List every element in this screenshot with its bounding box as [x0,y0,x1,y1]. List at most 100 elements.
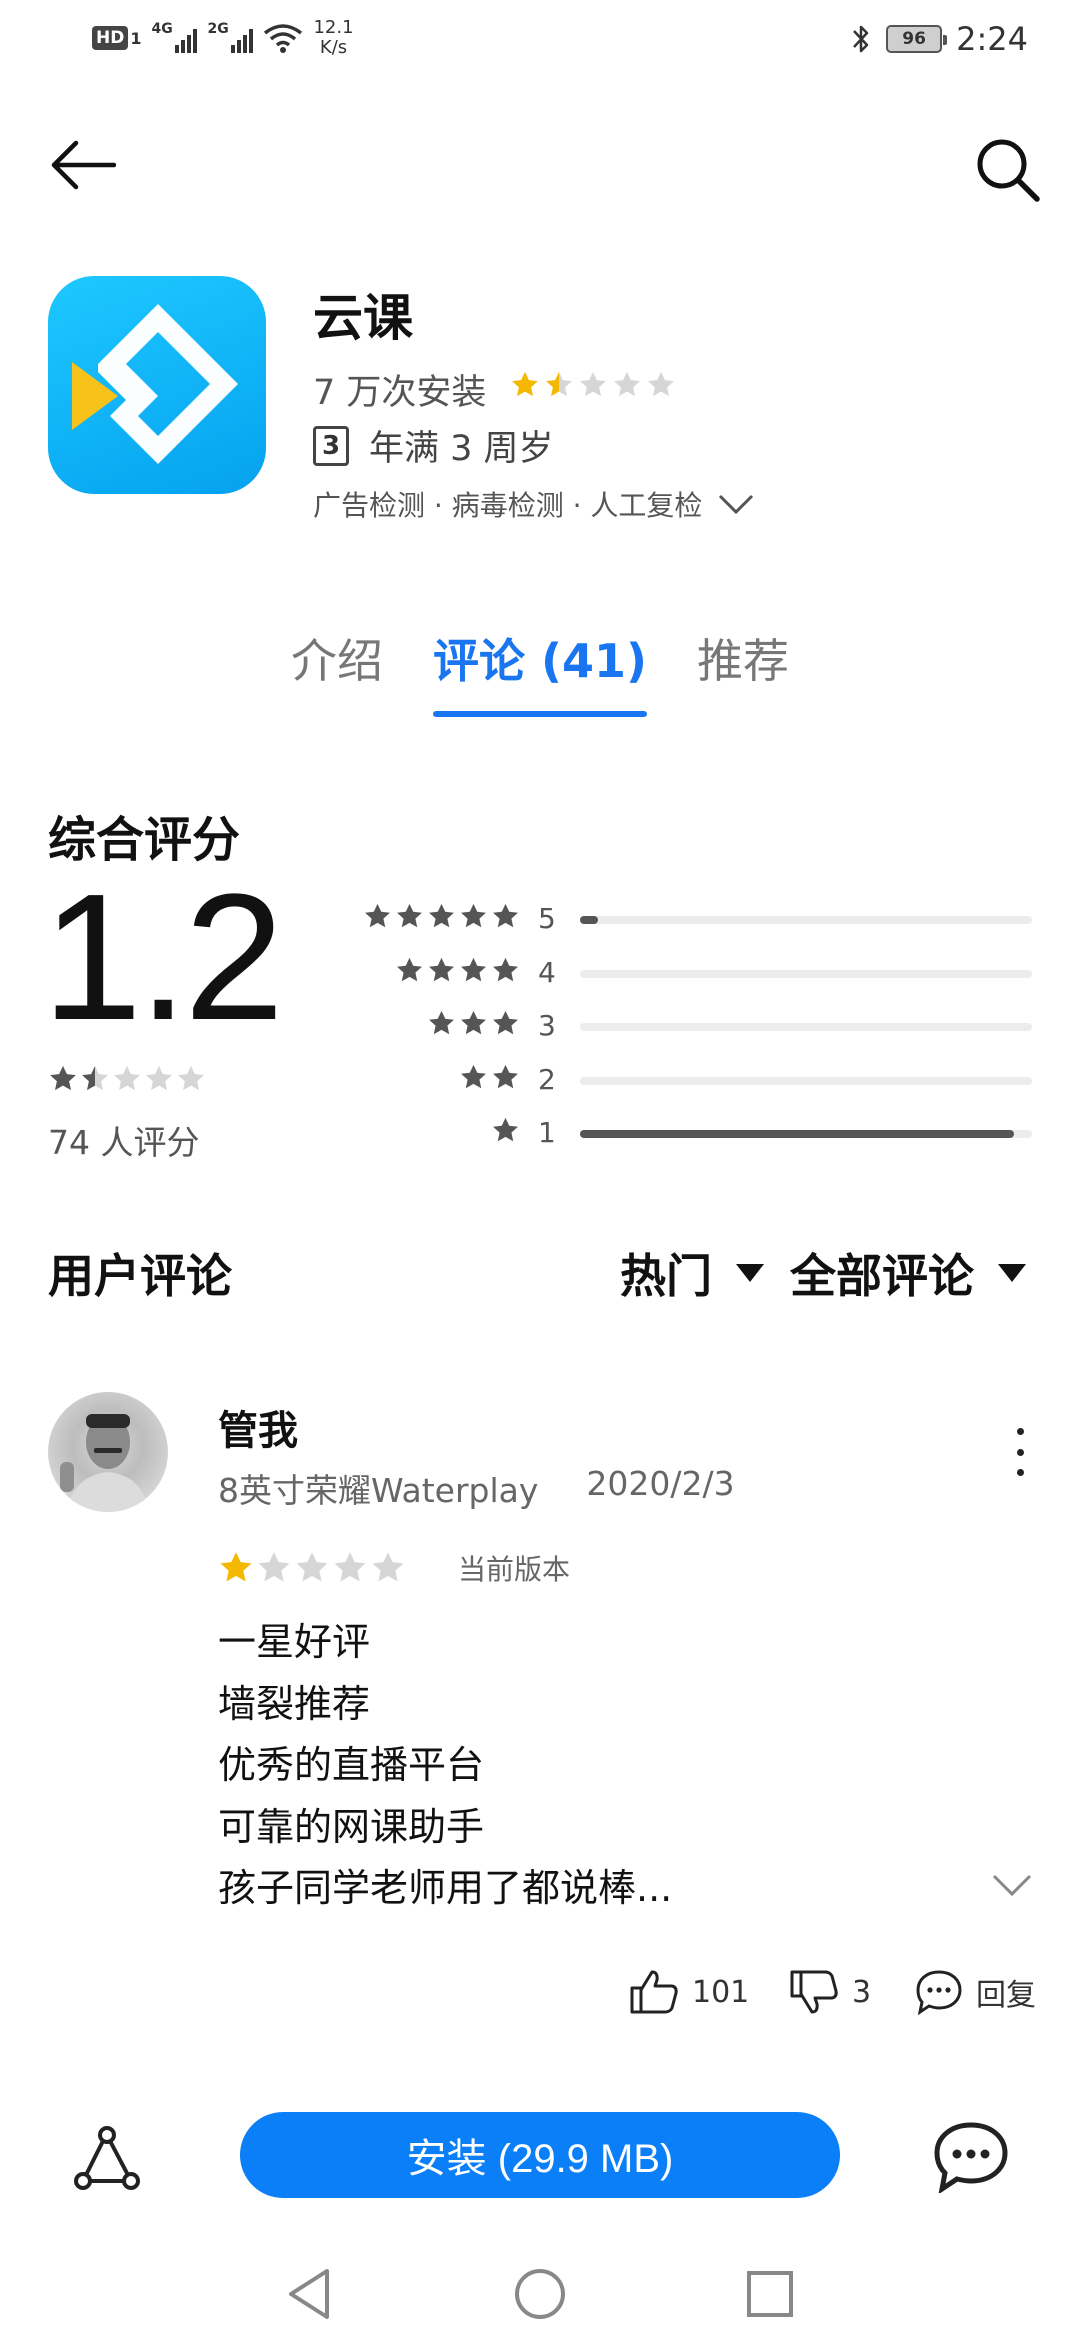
chevron-down-icon [992,1874,1032,1897]
distribution-bar [580,969,1032,978]
install-button[interactable]: 安装 (29.9 MB) [240,2112,840,2198]
star-half-icon [82,1065,108,1091]
star-full-icon [397,903,422,928]
distribution-bar [580,1023,1032,1031]
reply-label: 回复 [976,1978,1036,2013]
star-full-icon [493,1010,518,1035]
app-icon [48,276,266,494]
expand-review-button[interactable] [990,1870,1034,1900]
comment-button[interactable] [928,2114,1014,2200]
star-empty-icon [178,1065,204,1091]
rater-count: 74 人评分 [48,1123,200,1162]
distribution-row: 5 [340,896,1040,950]
avatar[interactable] [48,1392,168,1512]
tab-recommend[interactable]: 推荐 [697,625,789,717]
star-full-icon [220,1552,252,1582]
wifi-icon [264,24,303,53]
distribution-star-label: 4 [538,955,556,989]
filter-dropdown[interactable]: 全部评论 [790,1240,1026,1306]
review-stars [218,1550,406,1586]
review-rating: 当前版本 [218,1548,570,1588]
nav-home-button[interactable] [510,2264,570,2324]
user-reviews-title: 用户评论 [48,1249,232,1303]
distribution-star-label: 5 [538,902,556,935]
header-rating-stars [510,370,676,400]
star-empty-icon [334,1552,366,1582]
version-tag: 当前版本 [458,1553,571,1586]
distribution-stars-icon [363,902,520,931]
more-options-button[interactable] [1000,1422,1040,1482]
star-full-icon [429,1010,454,1035]
review-actions: 101 3 回复 [0,1968,1080,2028]
review-date: 2020/2/3 [586,1464,735,1503]
status-bar: HD 1 4G 2G 12.1 K/s 96 2:24 [0,0,1080,84]
star-full-icon [512,371,538,397]
star-empty-icon [372,1552,404,1582]
star-full-icon [461,1010,486,1035]
star-full-icon [461,1064,486,1088]
like-button[interactable]: 101 [628,1968,749,2016]
dropdown-triangle-icon [736,1264,764,1282]
star-empty-icon [146,1065,172,1091]
star-empty-icon [648,371,674,397]
sort-label: 热门 [620,1249,712,1303]
reviewer-name: 管我 [218,1408,298,1454]
hd-sim-number: 1 [130,28,142,48]
security-checks[interactable]: 广告检测 · 病毒检测 · 人工复检 [313,484,756,524]
nav-recents-button[interactable] [740,2264,800,2324]
sort-dropdown[interactable]: 热门 [620,1240,764,1306]
share-button[interactable] [70,2122,146,2198]
dislike-count: 3 [852,1974,872,2010]
battery-level: 96 [902,29,926,49]
square-recents-icon [747,2271,793,2317]
overall-score: 1.2 [42,857,284,1058]
hd-voice-indicator: HD 1 [92,26,141,50]
status-bar-right: 96 2:24 [850,20,1028,58]
distribution-row: 2 [340,1057,1040,1111]
star-empty-icon [296,1552,328,1582]
checks-label: 广告检测 · 病毒检测 · 人工复检 [313,489,703,522]
distribution-stars-icon [427,1009,520,1038]
review-text: 一星好评 墙裂推荐 优秀的直播平台 可靠的网课助手 孩子同学老师用了都说棒... [218,1612,672,1920]
more-dot [1016,1428,1024,1435]
summary-rating-stars [48,1064,206,1094]
review-line: 一星好评 [218,1620,371,1664]
distribution-star-label: 1 [538,1116,556,1149]
star-full-icon [397,957,422,981]
share-icon [74,2126,140,2190]
distribution-star-label: 2 [538,1062,556,1096]
reviewer-device: 8英寸荣耀Waterplay [218,1471,539,1510]
distribution-row: 3 [340,1003,1040,1057]
tab-reviews[interactable]: 评论 (41) [432,625,648,717]
app-name: 云课 [313,289,413,347]
reply-button[interactable]: 回复 [914,1968,1036,2016]
star-full-icon [493,957,518,981]
review-line: 孩子同学老师用了都说棒... [218,1866,673,1910]
star-full-icon [429,903,454,928]
chevron-down-icon [719,494,754,515]
review-meta: 8英寸荣耀Waterplay 2020/2/3 [218,1464,735,1512]
distribution-stars-icon [459,1063,520,1092]
back-button[interactable] [48,130,118,200]
search-icon [977,139,1040,202]
circle-home-icon [515,2269,565,2319]
dropdown-triangle-icon [998,1264,1026,1282]
star-full-icon [365,903,390,928]
dislike-button[interactable]: 3 [788,1968,871,2016]
thumbs-up-icon [630,1970,678,2014]
star-empty-icon [580,371,606,397]
distribution-bar-fill [580,1130,1014,1138]
triangle-back-icon [289,2269,329,2319]
age-rating: 3 年满 3 周岁 [313,420,554,471]
sim1-signal-icon: 4G [151,21,198,53]
nav-back-button[interactable] [280,2264,340,2324]
review-line: 可靠的网课助手 [218,1804,485,1849]
clock: 2:24 [956,20,1028,58]
search-button[interactable] [968,130,1048,210]
star-full-icon [50,1065,76,1091]
system-navigation-bar [0,2240,1080,2340]
star-empty-icon [114,1065,140,1091]
chat-bubble-icon [934,2122,1008,2193]
tab-intro[interactable]: 介绍 [291,625,383,717]
status-bar-left: HD 1 4G 2G 12.1 K/s [92,18,354,58]
